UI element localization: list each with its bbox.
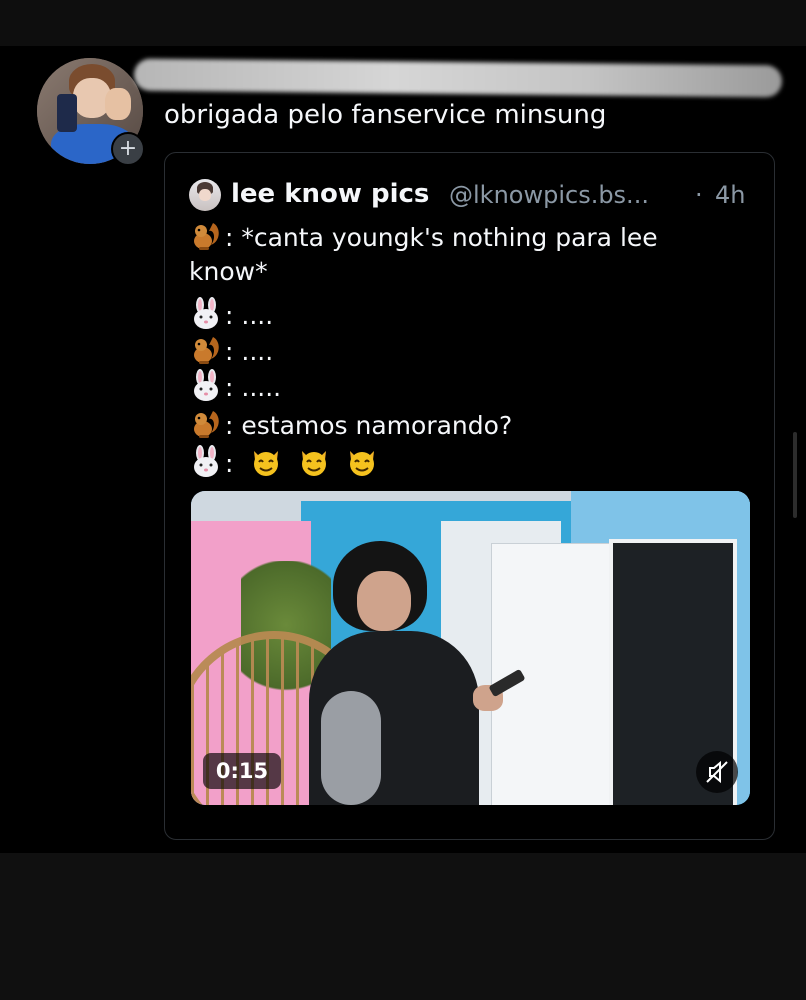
top-bar <box>0 0 806 46</box>
quote-line: : ..... <box>189 369 281 403</box>
quote-line: : <box>189 445 381 479</box>
smiling-cat-devil-icon <box>249 445 283 479</box>
quote-line-text: : .... <box>225 301 274 330</box>
bottom-area <box>0 853 806 1000</box>
smiling-cat-devil-icon <box>297 445 331 479</box>
separator-dot: · <box>695 181 703 209</box>
muted-speaker-icon <box>706 760 728 784</box>
quote-line-text: : estamos namorando? <box>225 411 513 440</box>
smiling-cat-devil-icon <box>345 445 379 479</box>
quoted-avatar[interactable] <box>189 179 221 211</box>
quoted-display-name[interactable]: lee know pics <box>231 179 429 209</box>
quote-line: : .... <box>189 297 273 331</box>
video-duration-badge: 0:15 <box>203 753 281 789</box>
quote-line: know* <box>189 257 268 286</box>
rabbit-face-icon <box>189 369 223 403</box>
scrollbar-thumb[interactable] <box>793 432 797 518</box>
video-player[interactable]: 0:15 <box>191 491 750 805</box>
follow-plus-icon[interactable]: + <box>111 132 145 166</box>
quote-line-text: : *canta youngk's nothing para lee <box>225 223 658 252</box>
quote-line-text: : .... <box>225 337 274 366</box>
post-text: obrigada pelo fanservice minsung <box>164 100 607 130</box>
squirrel-icon <box>189 219 223 253</box>
rabbit-face-icon <box>189 445 223 479</box>
quote-line: : *canta youngk's nothing para lee <box>189 219 658 253</box>
quote-line-text: : ..... <box>225 373 282 402</box>
quoted-handle[interactable]: @lknowpics.bs... <box>449 181 649 209</box>
squirrel-icon <box>189 333 223 367</box>
redacted-username <box>133 58 783 98</box>
rabbit-face-icon <box>189 297 223 331</box>
mute-button[interactable] <box>696 751 738 793</box>
quote-line-text: : <box>225 449 242 478</box>
quote-line-text: know* <box>189 257 268 286</box>
quoted-post[interactable]: lee know pics @lknowpics.bs... · 4h : *c… <box>164 152 775 840</box>
squirrel-icon <box>189 407 223 441</box>
quote-line: : estamos namorando? <box>189 407 512 441</box>
quote-line: : .... <box>189 333 273 367</box>
post-timestamp[interactable]: 4h <box>715 181 745 209</box>
